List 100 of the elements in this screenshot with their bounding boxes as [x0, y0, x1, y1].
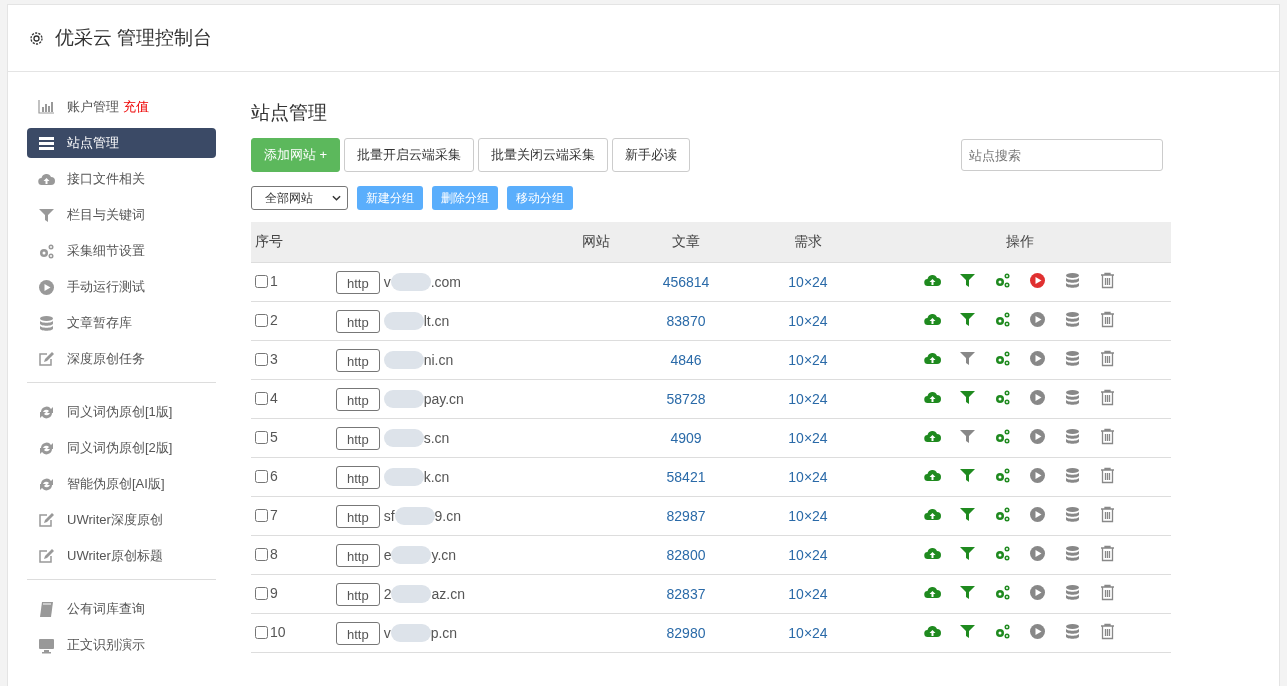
- database-icon[interactable]: [1064, 389, 1081, 406]
- play-icon[interactable]: [1029, 545, 1046, 562]
- article-count[interactable]: 82987: [666, 508, 706, 524]
- database-icon[interactable]: [1064, 467, 1081, 484]
- cloud-upload-icon[interactable]: [924, 545, 941, 562]
- sidebar-item[interactable]: 接口文件相关: [27, 164, 216, 194]
- filter-icon[interactable]: [959, 584, 976, 601]
- gears-icon[interactable]: [994, 584, 1011, 601]
- sidebar-item[interactable]: 文章暂存库: [27, 308, 216, 338]
- gears-icon[interactable]: [994, 389, 1011, 406]
- search-field[interactable]: 站点搜索: [961, 139, 1163, 171]
- play-icon[interactable]: [1029, 389, 1046, 406]
- demand-value[interactable]: 10×24: [788, 274, 828, 290]
- play-icon[interactable]: [1029, 467, 1046, 484]
- trash-icon[interactable]: [1099, 350, 1116, 367]
- row-checkbox[interactable]: [255, 508, 268, 522]
- gears-icon[interactable]: [994, 272, 1011, 289]
- filter-icon[interactable]: [959, 623, 976, 640]
- cloud-upload-icon[interactable]: [924, 311, 941, 328]
- toolbar-button[interactable]: 批量关闭云端采集: [478, 138, 609, 172]
- cloud-upload-icon[interactable]: [924, 623, 941, 640]
- toolbar-button[interactable]: 批量开启云端采集: [344, 138, 475, 172]
- filter-icon[interactable]: [959, 545, 976, 562]
- article-count[interactable]: 4909: [670, 430, 702, 446]
- cloud-upload-icon[interactable]: [924, 467, 941, 484]
- trash-icon[interactable]: [1099, 389, 1116, 406]
- article-count[interactable]: 82800: [666, 547, 706, 563]
- trash-icon[interactable]: [1099, 506, 1116, 523]
- sidebar-item[interactable]: 站点管理: [27, 128, 216, 158]
- row-checkbox[interactable]: [255, 586, 268, 600]
- cloud-upload-icon[interactable]: [924, 506, 941, 523]
- demand-value[interactable]: 10×24: [788, 469, 828, 485]
- database-icon[interactable]: [1064, 350, 1081, 367]
- gears-icon[interactable]: [994, 506, 1011, 523]
- article-count[interactable]: 82980: [666, 625, 706, 641]
- play-icon[interactable]: [1029, 272, 1046, 289]
- sidebar-item[interactable]: 同义词伪原创[1版]: [27, 397, 216, 427]
- sidebar-item[interactable]: 栏目与关键词: [27, 200, 216, 230]
- cloud-upload-icon[interactable]: [924, 584, 941, 601]
- gears-icon[interactable]: [994, 467, 1011, 484]
- trash-icon[interactable]: [1099, 545, 1116, 562]
- article-count[interactable]: 83870: [666, 313, 706, 329]
- row-checkbox[interactable]: [255, 547, 268, 561]
- play-icon[interactable]: [1029, 584, 1046, 601]
- sidebar-item[interactable]: 采集细节设置: [27, 236, 216, 266]
- demand-value[interactable]: 10×24: [788, 586, 828, 602]
- cloud-upload-icon[interactable]: [924, 272, 941, 289]
- recharge-link[interactable]: 充值: [123, 98, 149, 116]
- play-icon[interactable]: [1029, 506, 1046, 523]
- article-count[interactable]: 456814: [662, 274, 710, 290]
- demand-value[interactable]: 10×24: [788, 547, 828, 563]
- demand-value[interactable]: 10×24: [788, 391, 828, 407]
- gears-icon[interactable]: [994, 545, 1011, 562]
- filter-icon[interactable]: [959, 272, 976, 289]
- group-select[interactable]: 全部网站: [251, 186, 348, 210]
- play-icon[interactable]: [1029, 350, 1046, 367]
- cloud-upload-icon[interactable]: [924, 350, 941, 367]
- trash-icon[interactable]: [1099, 623, 1116, 640]
- database-icon[interactable]: [1064, 545, 1081, 562]
- article-count[interactable]: 58421: [666, 469, 706, 485]
- row-checkbox[interactable]: [255, 391, 268, 405]
- trash-icon[interactable]: [1099, 311, 1116, 328]
- filter-icon[interactable]: [959, 311, 976, 328]
- sidebar-item[interactable]: 深度原创任务: [27, 344, 216, 374]
- play-icon[interactable]: [1029, 311, 1046, 328]
- cloud-upload-icon[interactable]: [924, 428, 941, 445]
- trash-icon[interactable]: [1099, 272, 1116, 289]
- gears-icon[interactable]: [994, 311, 1011, 328]
- sidebar-item[interactable]: 同义词伪原创[2版]: [27, 433, 216, 463]
- sidebar-item[interactable]: 正文识别演示: [27, 630, 216, 660]
- row-checkbox[interactable]: [255, 430, 268, 444]
- gears-icon[interactable]: [994, 350, 1011, 367]
- sidebar-item[interactable]: 智能伪原创[AI版]: [27, 469, 216, 499]
- sidebar-item[interactable]: UWriter深度原创: [27, 505, 216, 535]
- trash-icon[interactable]: [1099, 428, 1116, 445]
- gears-icon[interactable]: [994, 623, 1011, 640]
- cloud-upload-icon[interactable]: [924, 389, 941, 406]
- row-checkbox[interactable]: [255, 625, 268, 639]
- article-count[interactable]: 4846: [670, 352, 702, 368]
- row-checkbox[interactable]: [255, 313, 268, 327]
- database-icon[interactable]: [1064, 584, 1081, 601]
- trash-icon[interactable]: [1099, 584, 1116, 601]
- sidebar-item[interactable]: 账户管理 充值: [27, 92, 216, 122]
- demand-value[interactable]: 10×24: [788, 313, 828, 329]
- sidebar-item[interactable]: 手动运行测试: [27, 272, 216, 302]
- row-checkbox[interactable]: [255, 469, 268, 483]
- filter-icon[interactable]: [959, 428, 976, 445]
- row-checkbox[interactable]: [255, 274, 268, 288]
- database-icon[interactable]: [1064, 272, 1081, 289]
- row-checkbox[interactable]: [255, 352, 268, 366]
- demand-value[interactable]: 10×24: [788, 508, 828, 524]
- trash-icon[interactable]: [1099, 467, 1116, 484]
- article-count[interactable]: 58728: [666, 391, 706, 407]
- demand-value[interactable]: 10×24: [788, 625, 828, 641]
- filter-icon[interactable]: [959, 389, 976, 406]
- toolbar-button[interactable]: 新手必读: [612, 138, 691, 172]
- demand-value[interactable]: 10×24: [788, 352, 828, 368]
- sidebar-item[interactable]: UWriter原创标题: [27, 541, 216, 571]
- filter-icon[interactable]: [959, 350, 976, 367]
- sidebar-item[interactable]: 公有词库查询: [27, 594, 216, 624]
